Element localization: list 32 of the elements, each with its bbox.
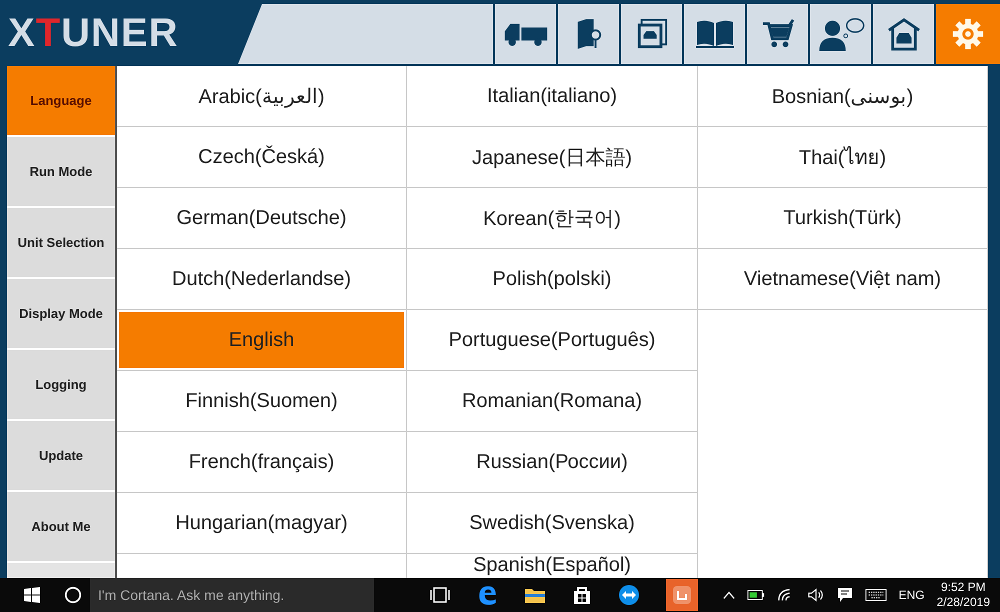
sidebar-item[interactable]: Update <box>7 421 115 492</box>
input-language[interactable]: ENG <box>898 588 925 602</box>
cortana-circle-icon[interactable] <box>64 586 82 604</box>
garage-car-icon <box>886 17 920 51</box>
keyboard-icon[interactable] <box>864 588 887 602</box>
sidebar-item[interactable]: Display Mode <box>7 279 115 350</box>
folder-icon[interactable] <box>524 586 546 604</box>
chevron-up-icon[interactable] <box>722 590 735 600</box>
sidebar-item[interactable]: Run Mode <box>7 137 115 208</box>
logo: XTUNER <box>7 10 180 56</box>
sidebar-item[interactable]: About Me <box>7 492 115 563</box>
store-bag-icon[interactable] <box>572 585 592 605</box>
sidebar-item[interactable]: Logging <box>7 350 115 421</box>
task-view-icon[interactable] <box>430 585 450 605</box>
cortana-search-field[interactable]: I'm Cortana. Ask me anything. <box>90 578 374 612</box>
sidebar-item[interactable]: Unit Selection <box>7 208 115 279</box>
language-option[interactable]: English <box>119 312 404 368</box>
app-icon[interactable] <box>666 579 698 611</box>
person-thought-icon <box>816 17 864 51</box>
cart-icon <box>760 18 794 50</box>
sidebar-item[interactable]: Language <box>7 66 115 137</box>
open-book-icon <box>694 19 734 49</box>
windows-start-icon[interactable] <box>24 587 40 603</box>
clock-time: 9:52 PM <box>940 580 986 595</box>
car-photo-icon <box>636 18 668 50</box>
remote-arrows-icon[interactable] <box>618 584 640 606</box>
clock-date: 2/28/2019 <box>936 595 990 610</box>
battery-icon[interactable] <box>746 589 765 601</box>
settings-button[interactable] <box>934 4 1000 64</box>
notification-icon[interactable] <box>836 587 853 603</box>
speaker-icon[interactable] <box>806 587 825 603</box>
settings-icon <box>951 17 985 51</box>
